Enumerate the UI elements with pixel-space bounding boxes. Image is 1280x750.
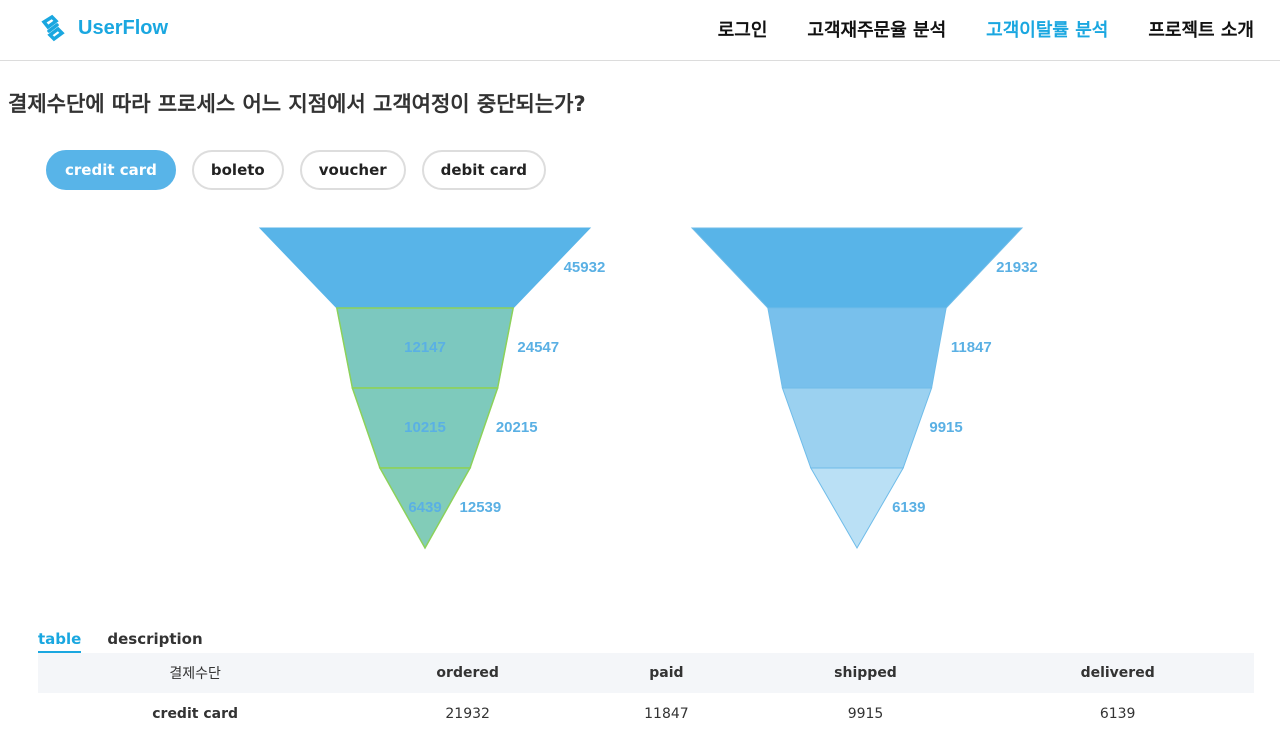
cell-payment-method: credit card [152,706,238,722]
cell-shipped: 9915 [847,706,884,722]
filter-boleto[interactable]: boleto [191,150,284,190]
funnel1-label-3: 20215 [496,419,538,436]
funnel2-label-1: 21932 [996,259,1038,276]
funnel1-inner-label-4: 6439 [408,499,441,516]
filter-credit-card[interactable]: credit card [46,150,176,190]
brand-name: UserFlow [78,16,169,39]
table-row: credit card 21932 11847 9915 6139 [38,693,1254,735]
brand[interactable]: UserFlow [40,14,168,42]
col-paid: paid [583,653,750,693]
page-question: 결제수단에 따라 프로세스 어느 지점에서 고객여정이 중단되는가? [8,92,586,116]
nav-reorder-analysis[interactable]: 고객재주문율 분석 [807,16,946,42]
funnel-charts: 45932 24547 20215 12539 12147 10215 6439 21932 1… [258,227,1038,550]
payment-filter-group: credit card boleto voucher debit card [46,150,562,190]
main-nav: 로그인 고객재주문율 분석 고객이탈률 분석 프로젝트 소개 [678,16,1254,42]
nav-login[interactable]: 로그인 [718,16,768,42]
funnel2-label-2: 11847 [951,339,992,356]
funnel1-outer-segment-1 [258,227,592,309]
nav-churn-analysis[interactable]: 고객이탈률 분석 [986,16,1108,42]
funnel2-label-3: 9915 [929,419,962,436]
tab-description[interactable]: description [107,630,202,653]
view-tabs: table description [38,630,229,653]
funnel1-label-2: 24547 [517,339,559,356]
top-header: UserFlow 로그인 고객재주문율 분석 고객이탈률 분석 프로젝트 소개 [0,0,1280,61]
funnel2-segment-4 [809,467,905,550]
tab-table[interactable]: table [38,630,82,653]
funnel1-inner-label-3: 10215 [404,419,446,436]
col-payment-method: 결제수단 [38,653,353,693]
col-shipped: shipped [749,653,982,693]
cell-delivered: 6139 [1099,706,1136,722]
col-delivered: delivered [981,653,1254,693]
funnel2-segment-3 [781,387,933,469]
table-header-row: 결제수단 ordered paid shipped delivered [38,653,1254,693]
funnel1-inner-label-2: 12147 [404,339,446,356]
funnel1-label-4: 12539 [460,499,502,516]
cell-ordered: 21932 [445,706,490,722]
nav-project-intro[interactable]: 프로젝트 소개 [1148,16,1254,42]
filter-debit-card[interactable]: debit card [421,150,546,190]
data-table: 결제수단 ordered paid shipped delivered cred… [38,653,1254,735]
funnel1-label-1: 45932 [564,259,606,276]
funnel2-label-4: 6139 [892,499,925,516]
link-icon [41,14,65,42]
funnel2-segment-1 [690,227,1024,309]
col-ordered: ordered [352,653,584,693]
funnel2-segment-2 [767,307,947,389]
filter-voucher[interactable]: voucher [299,150,406,190]
cell-paid: 11847 [644,706,689,722]
